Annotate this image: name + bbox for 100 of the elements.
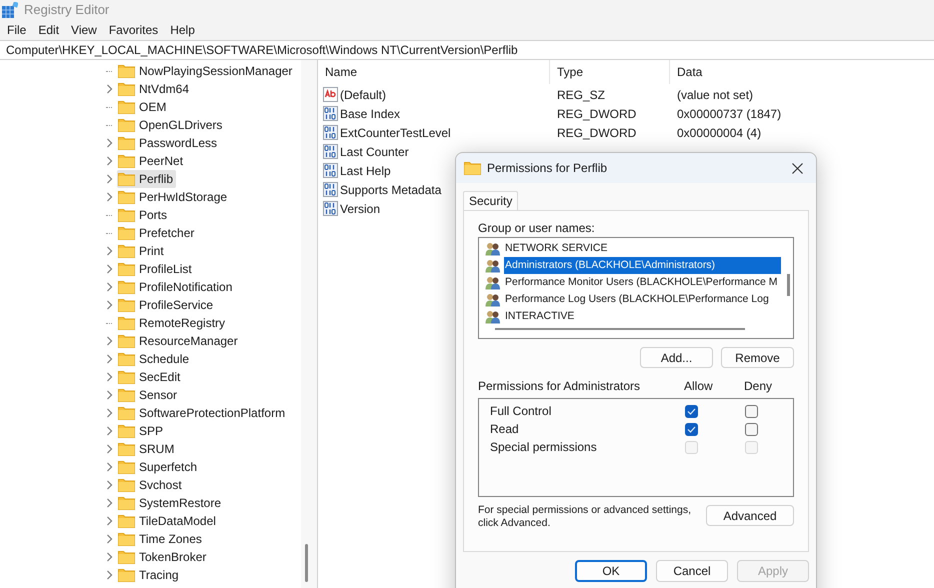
- tree-item[interactable]: TileDataModel: [117, 512, 219, 530]
- value-name: Base Index: [340, 106, 400, 122]
- value-type: REG_DWORD: [557, 106, 636, 120]
- dialog-button[interactable]: Cancel: [656, 560, 728, 582]
- chevron-icon[interactable]: [106, 570, 112, 580]
- tree-item[interactable]: Ports: [117, 206, 170, 224]
- tab[interactable]: Security: [463, 191, 518, 210]
- value-name: (Default): [340, 86, 386, 104]
- value-name: ExtCounterTestLevel: [340, 124, 451, 142]
- chevron-icon[interactable]: [106, 138, 112, 148]
- tree-item[interactable]: NtVdm64: [117, 80, 192, 98]
- tree-item[interactable]: OEM: [117, 98, 170, 116]
- allow-header: Allow: [684, 378, 714, 395]
- chevron-icon[interactable]: [106, 84, 112, 94]
- dialog-button[interactable]: OK: [575, 560, 647, 582]
- tree-item[interactable]: TokenBroker: [117, 548, 210, 566]
- tree-item-label: OpenGLDrivers: [139, 117, 222, 134]
- chevron-icon[interactable]: [106, 444, 112, 454]
- tree-item[interactable]: NowPlayingSessionManager: [117, 62, 296, 80]
- dialog-button[interactable]: Remove: [721, 347, 794, 368]
- tree-item-label: SystemRestore: [139, 495, 222, 512]
- checkbox[interactable]: [745, 422, 758, 436]
- value-type: REG_SZ: [557, 88, 606, 102]
- chevron-icon[interactable]: [106, 534, 112, 544]
- tree-item[interactable]: PeerNet: [117, 152, 186, 170]
- tree-item[interactable]: ProfileList: [117, 260, 195, 278]
- chevron-icon[interactable]: [106, 354, 112, 364]
- chevron-icon[interactable]: [106, 264, 112, 274]
- chevron-icon[interactable]: [106, 462, 112, 472]
- column-header[interactable]: Data: [677, 63, 702, 81]
- chevron-icon[interactable]: [106, 390, 112, 400]
- folder-icon: [118, 280, 135, 294]
- tree-item-label: ProfileService: [139, 297, 214, 314]
- tree-item[interactable]: Print: [117, 242, 167, 260]
- chevron-icon[interactable]: [106, 426, 112, 436]
- menu-item[interactable]: Help: [164, 20, 201, 40]
- tree-item[interactable]: PerHwIdStorage: [117, 188, 230, 206]
- chevron-icon[interactable]: [106, 498, 112, 508]
- folder-icon: [118, 568, 135, 582]
- chevron-icon[interactable]: [106, 300, 112, 310]
- tree-item[interactable]: SoftwareProtectionPlatform: [117, 404, 288, 422]
- chevron-icon[interactable]: [106, 336, 112, 346]
- checkbox[interactable]: [685, 404, 698, 418]
- tree-item[interactable]: PasswordLess: [117, 134, 220, 152]
- folder-icon: [464, 161, 481, 175]
- tree-item[interactable]: Sensor: [117, 386, 180, 404]
- menu-item[interactable]: Favorites: [102, 20, 164, 40]
- dialog-button[interactable]: Add...: [640, 347, 713, 368]
- chevron-icon[interactable]: [106, 480, 112, 490]
- tree-item[interactable]: Superfetch: [117, 458, 200, 476]
- menu-item[interactable]: Edit: [32, 20, 66, 40]
- chevron-icon[interactable]: [106, 372, 112, 382]
- value-name: Last Counter: [340, 144, 409, 160]
- scrollbar-thumb[interactable]: [787, 274, 790, 296]
- tree-item[interactable]: Schedule: [117, 350, 192, 368]
- tree-item[interactable]: ProfileService: [117, 296, 216, 314]
- tree-item[interactable]: Time Zones: [117, 530, 205, 548]
- address-bar[interactable]: Computer\HKEY_LOCAL_MACHINE\SOFTWARE\Microsoft\Windows NT\CurrentVersion\Perflib: [0, 40, 934, 60]
- tree-item-label: Ports: [139, 207, 168, 224]
- chevron-icon[interactable]: [106, 156, 112, 166]
- advanced-note: For special permissions or advanced settings, click Advanced.: [478, 504, 692, 530]
- tree-item[interactable]: OpenGLDrivers: [117, 116, 226, 134]
- permission-name: Read: [490, 421, 520, 438]
- folder-icon: [118, 244, 135, 258]
- tree-item[interactable]: ProfileNotification: [117, 278, 236, 296]
- chevron-icon[interactable]: [106, 246, 112, 256]
- folder-icon: [118, 64, 135, 78]
- chevron-icon[interactable]: [106, 192, 112, 202]
- tree-item[interactable]: SystemRestore: [117, 494, 224, 512]
- tree-item[interactable]: Tracing: [117, 566, 182, 584]
- user-item[interactable]: Performance Monitor Users (BLACKHOLE\Performance M: [504, 274, 781, 291]
- user-item[interactable]: NETWORK SERVICE: [504, 240, 781, 257]
- user-item[interactable]: INTERACTIVE: [504, 308, 781, 325]
- menu-item[interactable]: View: [65, 20, 103, 40]
- chevron-icon[interactable]: [106, 282, 112, 292]
- tree-item[interactable]: SPP: [117, 422, 166, 440]
- tree-item[interactable]: SRUM: [117, 440, 178, 458]
- checkbox[interactable]: [685, 422, 698, 436]
- user-item[interactable]: Administrators (BLACKHOLE\Administrators): [504, 257, 781, 274]
- scrollbar-thumb[interactable]: [495, 328, 745, 330]
- column-header[interactable]: Name: [325, 63, 358, 81]
- tree-item-label: ProfileNotification: [139, 279, 232, 296]
- tree-item[interactable]: Prefetcher: [117, 224, 198, 242]
- tree-item[interactable]: RemoteRegistry: [117, 314, 228, 332]
- tree-item[interactable]: ResourceManager: [117, 332, 241, 350]
- binary-value-icon: [323, 125, 338, 140]
- checkbox[interactable]: [745, 404, 758, 418]
- menu-item[interactable]: File: [1, 20, 32, 40]
- chevron-icon[interactable]: [106, 408, 112, 418]
- binary-value-icon: [323, 144, 338, 159]
- advanced-button[interactable]: Advanced: [706, 505, 794, 526]
- tree-item[interactable]: SecEdit: [117, 368, 184, 386]
- chevron-icon[interactable]: [106, 552, 112, 562]
- tree-item[interactable]: Perflib: [117, 170, 176, 188]
- column-header[interactable]: Type: [557, 63, 584, 81]
- chevron-icon[interactable]: [106, 516, 112, 526]
- user-item[interactable]: Performance Log Users (BLACKHOLE\Performance Log: [504, 291, 781, 308]
- tree-item[interactable]: Svchost: [117, 476, 185, 494]
- scrollbar-thumb[interactable]: [305, 544, 308, 582]
- chevron-icon[interactable]: [106, 174, 112, 184]
